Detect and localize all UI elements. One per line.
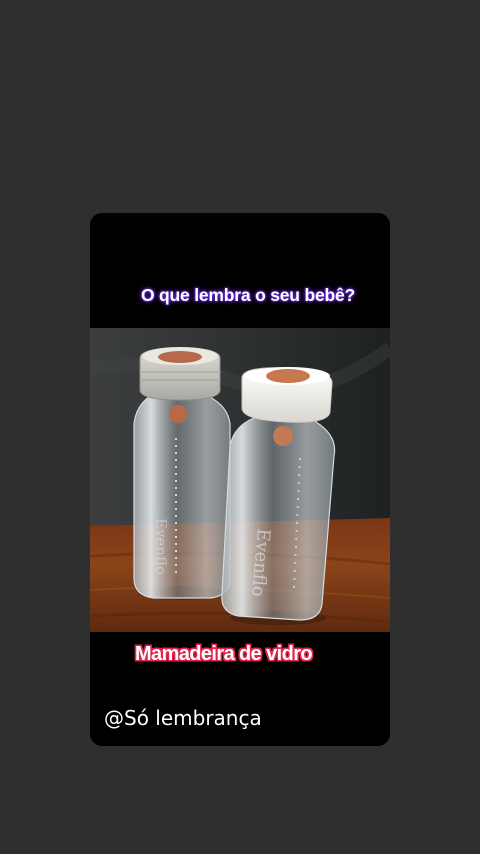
story-card: O que lembra o seu bebê? Evenflo Evenflo… xyxy=(90,213,390,746)
baby-bottles-photo: Evenflo Evenflo xyxy=(90,328,390,632)
story-headline: O que lembra o seu bebê? xyxy=(140,285,355,305)
story-caption: Mamadeira de vidro xyxy=(135,643,313,665)
svg-text:Evenflo: Evenflo xyxy=(152,518,170,575)
left-bottle: Evenflo xyxy=(133,347,231,600)
account-handle[interactable]: @Só lembrança xyxy=(104,706,262,730)
